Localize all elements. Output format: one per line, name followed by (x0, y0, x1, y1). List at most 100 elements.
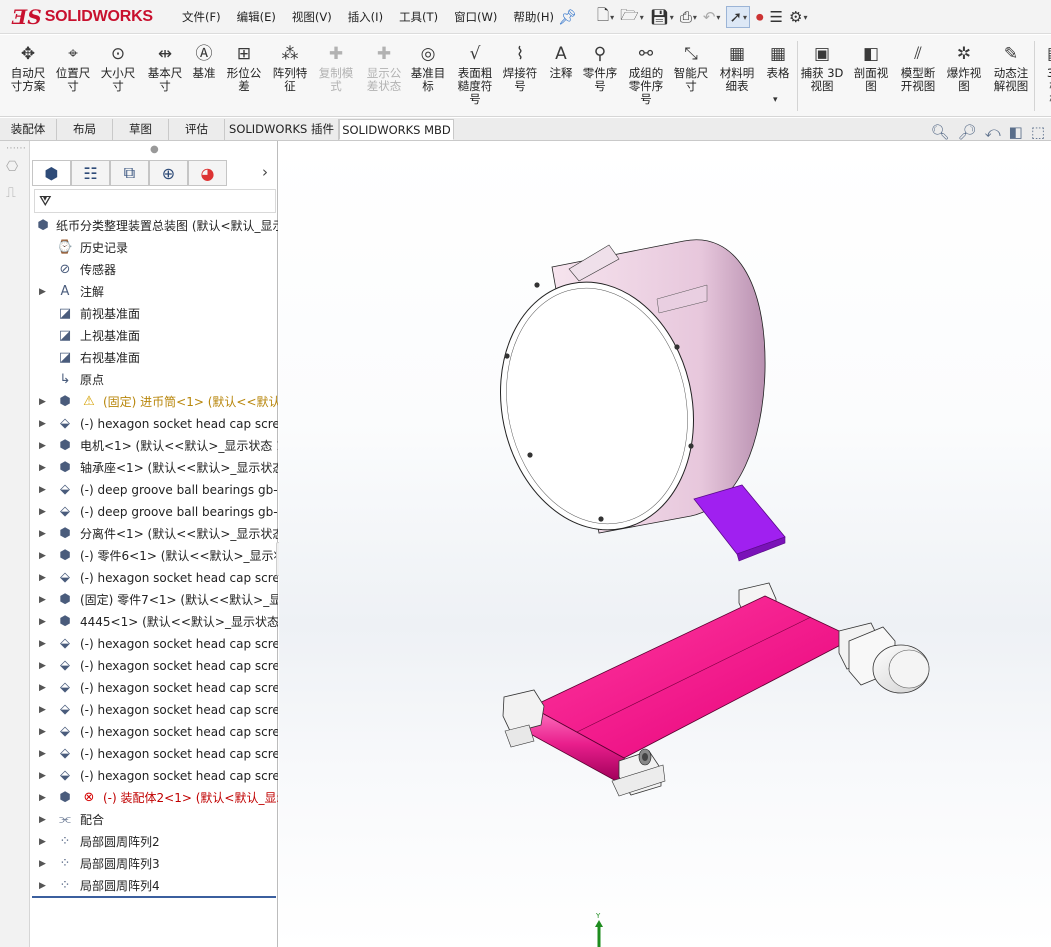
zoom-to-fit-icon[interactable]: 🔍︎ (930, 122, 949, 142)
menu-window[interactable]: 窗口(W) (454, 9, 497, 25)
configuration-manager-tab-icon[interactable]: ⧉ (110, 160, 149, 186)
ribbon-button-13[interactable]: ⚲ 零件序 号 (581, 43, 619, 93)
ribbon-button-20[interactable]: ⫽ 模型断 开视图 (895, 43, 941, 93)
ribbon-button-10[interactable]: √ 表面粗 糙度符 号 (453, 43, 497, 106)
tree-item[interactable]: ▶ ⬢ 轴承座<1> (默认<<默认>_显示状态 1>) (30, 457, 278, 479)
ribbon-button-4[interactable]: Ⓐ 基准 (190, 43, 218, 80)
ribbon-button-17[interactable]: ▦ 表格 (763, 43, 793, 80)
tree-item[interactable]: ▶ ⬙ (-) hexagon socket head cap screw (30, 567, 278, 589)
tree-item[interactable]: ▶ A 注解 (30, 281, 278, 303)
ribbon-button-12[interactable]: A 注释 (546, 43, 576, 80)
collapsed-toolbar-icon[interactable]: ⎔ (6, 159, 18, 175)
ribbon-button-16[interactable]: ▦ 材料明 细表 (716, 43, 758, 93)
file-properties-icon[interactable]: ☰ (770, 6, 783, 28)
tab-5[interactable]: SOLIDWORKS MBD (339, 119, 454, 140)
pin-icon[interactable]: 📌︎ (558, 6, 577, 28)
ribbon-button-15[interactable]: ⤡ 智能尺 寸 (670, 43, 712, 93)
feature-manager-tab-icon[interactable]: ⬢ (32, 160, 71, 186)
previous-view-icon[interactable]: ⤺ (985, 122, 1001, 142)
tree-item[interactable]: ▶ ⬙ (-) hexagon socket head cap screw (30, 677, 278, 699)
expand-arrow-icon[interactable]: ▶ (39, 721, 46, 743)
expand-arrow-icon[interactable]: ▶ (39, 589, 46, 611)
tree-item[interactable]: ◪ 上视基准面 (30, 325, 278, 347)
tree-item[interactable]: ▶ ⁘ 局部圆周阵列2 (30, 831, 278, 853)
grip-dots-icon[interactable]: ⋯⋯ (6, 143, 26, 154)
expand-arrow-icon[interactable]: ▶ (39, 567, 46, 589)
ribbon-button-0[interactable]: ✥ 自动尺 寸方案 (6, 43, 50, 93)
tree-root-assembly[interactable]: ⬢ 纸币分类整理装置总装图 (默认<默认_显示状态-1>) (30, 215, 278, 237)
panel-tabs-more-icon[interactable]: › (262, 163, 268, 181)
options-gear-icon[interactable]: ⚙ ▾ (789, 6, 807, 28)
display-manager-tab-icon[interactable]: ◕ (188, 160, 227, 186)
expand-arrow-icon[interactable]: ▶ (39, 281, 46, 303)
assembly-model[interactable] (279, 141, 1051, 947)
expand-arrow-icon[interactable]: ▶ (39, 853, 46, 875)
ribbon-button-1[interactable]: ⌖ 位置尺 寸 (51, 43, 95, 93)
ribbon-button-11[interactable]: ⌇ 焊接符 号 (498, 43, 542, 93)
expand-arrow-icon[interactable]: ▶ (39, 523, 46, 545)
save-icon[interactable]: 💾︎ ▾ (650, 6, 674, 28)
tree-item[interactable]: ▶ ⬙ (-) deep groove ball bearings gb- (30, 479, 278, 501)
expand-arrow-icon[interactable]: ▶ (39, 633, 46, 655)
collapsed-toolbar-icon-2[interactable]: ⎍ (6, 185, 16, 201)
expand-arrow-icon[interactable]: ▶ (39, 611, 46, 633)
tree-item[interactable]: ▶ ⬙ (-) hexagon socket head cap screw (30, 743, 278, 765)
tree-filter[interactable]: ⛛ ▾ (34, 189, 276, 213)
menu-help[interactable]: 帮助(H) (513, 9, 554, 25)
expand-arrow-icon[interactable]: ▶ (39, 501, 46, 523)
menu-insert[interactable]: 插入(I) (348, 9, 383, 25)
tree-item[interactable]: ▶ ⬙ (-) deep groove ball bearings gb- (30, 501, 278, 523)
new-document-icon[interactable]: 🗋︎ ▾ (597, 6, 614, 28)
solidworks-logo[interactable]: ƎS SOLIDWORKS (12, 4, 153, 30)
tab-4[interactable]: SOLIDWORKS 插件 (225, 119, 339, 140)
tree-item[interactable]: ◪ 右视基准面 (30, 347, 278, 369)
filter-funnel-icon[interactable]: ⛛ ▾ (39, 192, 52, 210)
tab-3[interactable]: 评估 (169, 119, 225, 140)
expand-arrow-icon[interactable]: ▶ (39, 655, 46, 677)
expand-arrow-icon[interactable]: ▶ (39, 457, 46, 479)
tree-item[interactable]: ▶ ⬢ 4445<1> (默认<<默认>_显示状态 1>) (30, 611, 278, 633)
menu-file[interactable]: 文件(F) (182, 9, 221, 25)
ribbon-button-6[interactable]: ⁂ 阵列特 征 (268, 43, 312, 93)
expand-arrow-icon[interactable]: ▶ (39, 787, 46, 809)
panel-splitter-handle[interactable]: ● (150, 144, 159, 155)
tree-item[interactable]: ▶ ⬙ (-) hexagon socket head cap screw (30, 655, 278, 677)
tree-item[interactable]: ▶ ⁘ 局部圆周阵列3 (30, 853, 278, 875)
ribbon-button-5[interactable]: ⊞ 形位公 差 (223, 43, 265, 93)
tree-item[interactable]: ▶ ⬢ ⚠ (固定) 进币筒<1> (默认<<默认>_显示状态 1>) (30, 391, 278, 413)
expand-arrow-icon[interactable]: ▶ (39, 831, 46, 853)
ribbon-button-14[interactable]: ⚯ 成组的 零件序 号 (624, 43, 668, 106)
tree-item[interactable]: ▶ ⬢ 分离件<1> (默认<<默认>_显示状态 1>) (30, 523, 278, 545)
ribbon-button-3[interactable]: ⇹ 基本尺 寸 (143, 43, 187, 93)
tree-item[interactable]: ▶ ⬢ 电机<1> (默认<<默认>_显示状态 1>) (30, 435, 278, 457)
open-folder-icon[interactable]: 🗁︎ ▾ (620, 6, 644, 28)
tree-item[interactable]: ▶ ⬢ ⊗ (-) 装配体2<1> (默认<默认_显示状态-1>) (30, 787, 278, 809)
tree-item[interactable]: ▶ ⬙ (-) hexagon socket head cap screw (30, 633, 278, 655)
rebuild-traffic-light-icon[interactable]: ⏺ (756, 6, 764, 28)
ribbon-button-21[interactable]: ✲ 爆炸视 图 (943, 43, 985, 93)
tree-item[interactable]: ▶ ⬙ (-) hexagon socket head cap screw (30, 721, 278, 743)
view-orientation-icon[interactable]: ⬚ (1031, 122, 1045, 142)
graphics-area[interactable]: Y (279, 141, 1051, 947)
ribbon-button-19[interactable]: ◧ 剖面视 图 (850, 43, 892, 93)
section-view-icon[interactable]: ◧ (1009, 122, 1023, 142)
tab-0[interactable]: 装配体 (0, 119, 57, 140)
tree-item[interactable]: ▶ ⬢ (固定) 零件7<1> (默认<<默认>_显示状态 1>) (30, 589, 278, 611)
expand-arrow-icon[interactable]: ▶ (39, 479, 46, 501)
tab-2[interactable]: 草图 (113, 119, 169, 140)
dimxpert-manager-tab-icon[interactable]: ⊕ (149, 160, 188, 186)
expand-arrow-icon[interactable]: ▶ (39, 391, 46, 413)
tree-item[interactable]: ◪ 前视基准面 (30, 303, 278, 325)
expand-arrow-icon[interactable]: ▶ (39, 809, 46, 831)
tree-item[interactable]: ▶ ⬢ (-) 零件6<1> (默认<<默认>_显示状态 1>) (30, 545, 278, 567)
expand-arrow-icon[interactable]: ▶ (39, 875, 46, 897)
menu-view[interactable]: 视图(V) (292, 9, 332, 25)
menu-edit[interactable]: 编辑(E) (237, 9, 276, 25)
expand-arrow-icon[interactable]: ▶ (39, 545, 46, 567)
print-icon[interactable]: ⎙ ▾ (680, 6, 697, 28)
expand-arrow-icon[interactable]: ▶ (39, 743, 46, 765)
tree-item[interactable]: ▶ ⬙ (-) hexagon socket head cap screw (30, 699, 278, 721)
expand-arrow-icon[interactable]: ▶ (39, 435, 46, 457)
tree-item[interactable]: ▶ ⁘ 局部圆周阵列4 (30, 875, 278, 897)
menu-tools[interactable]: 工具(T) (399, 9, 438, 25)
